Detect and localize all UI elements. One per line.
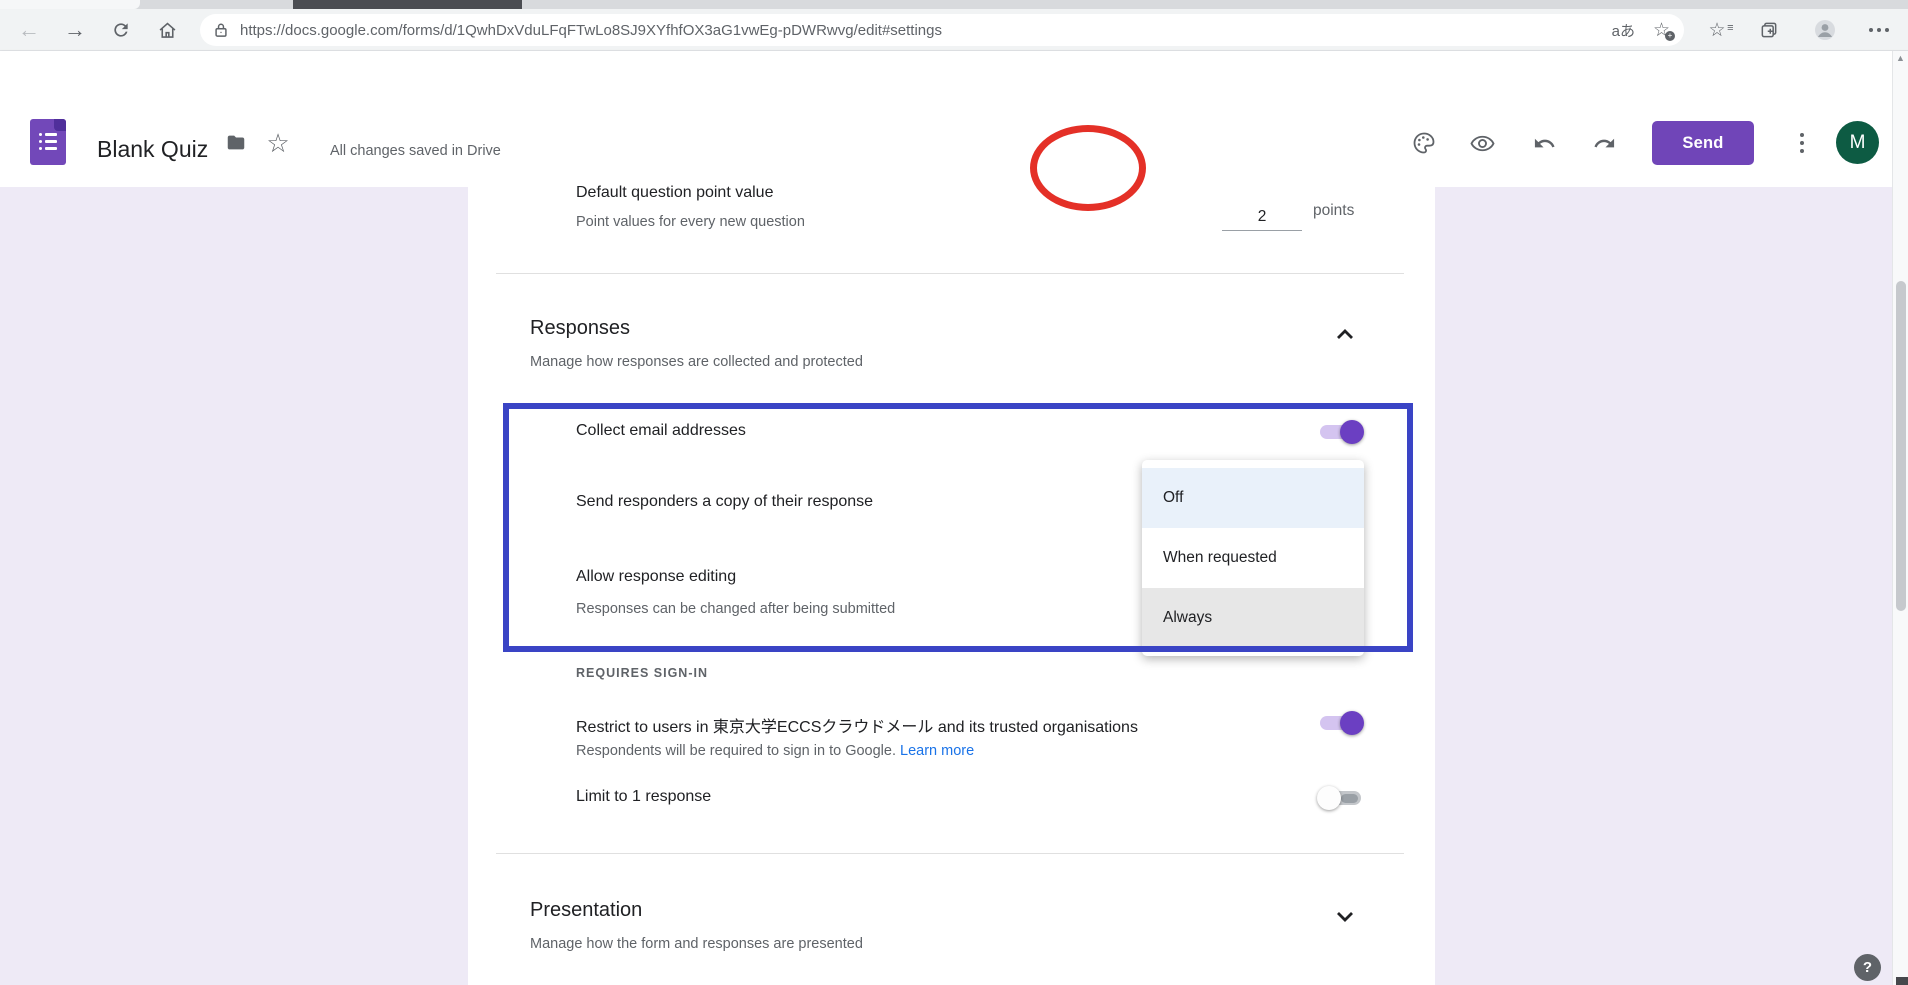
forms-header: Blank Quiz ☆ All changes saved in Drive … <box>0 51 1908 187</box>
browser-tab-strip <box>0 0 1908 9</box>
browser-menu-button[interactable] <box>1862 13 1896 47</box>
eye-icon <box>1469 131 1496 156</box>
restrict-users-label: Restrict to users in 東京大学ECCSクラウドメール and… <box>576 713 1138 737</box>
learn-more-link[interactable]: Learn more <box>900 743 974 759</box>
limit-response-toggle[interactable] <box>1317 786 1364 810</box>
send-button[interactable]: Send <box>1652 121 1754 165</box>
forward-button[interactable]: → <box>58 13 92 47</box>
back-icon: ← <box>18 17 40 43</box>
favorites-bar-button[interactable]: ☆≡ <box>1700 13 1734 47</box>
requires-signin-heading: REQUIRES SIGN-IN <box>576 666 708 680</box>
divider <box>496 273 1404 274</box>
address-bar[interactable]: https://docs.google.com/forms/d/1QwhDxVd… <box>200 14 1684 46</box>
undo-icon <box>1533 132 1556 155</box>
help-button[interactable]: ? <box>1854 954 1881 981</box>
expand-presentation-button[interactable] <box>1336 909 1360 933</box>
account-avatar[interactable]: M <box>1836 121 1879 164</box>
redo-icon <box>1593 132 1616 155</box>
limit-response-label: Limit to 1 response <box>576 788 711 806</box>
refresh-icon <box>111 20 131 40</box>
presentation-section-title: Presentation <box>530 899 642 922</box>
home-button[interactable] <box>150 13 184 47</box>
form-title[interactable]: Blank Quiz <box>97 136 208 163</box>
restrict-users-toggle[interactable] <box>1317 711 1364 735</box>
responses-section-title: Responses <box>530 317 630 340</box>
forward-icon: → <box>64 17 86 43</box>
browser-toolbar: ← → https://docs.google.com/forms/d/1Qwh… <box>0 9 1908 51</box>
palette-icon <box>1411 130 1437 156</box>
back-button[interactable]: ← <box>12 13 46 47</box>
browser-profile-button[interactable] <box>1808 13 1842 47</box>
dropdown-option-off[interactable]: Off <box>1142 468 1364 528</box>
preview-button[interactable] <box>1462 123 1502 163</box>
settings-page: Default question point value Point value… <box>0 187 1908 985</box>
url-text: https://docs.google.com/forms/d/1QwhDxVd… <box>240 22 942 39</box>
points-unit: points <box>1313 202 1354 220</box>
active-browser-tab[interactable] <box>0 0 140 9</box>
allow-editing-subtitle: Responses can be changed after being sub… <box>576 601 895 617</box>
save-status[interactable]: All changes saved in Drive <box>330 143 501 159</box>
redo-button[interactable] <box>1584 123 1624 163</box>
chevron-down-icon <box>1336 911 1354 922</box>
screen: ← → https://docs.google.com/forms/d/1Qwh… <box>0 0 1908 985</box>
star-form-button[interactable]: ☆ <box>258 123 298 163</box>
collections-icon <box>1759 20 1779 40</box>
more-options-button[interactable] <box>1786 127 1818 159</box>
folder-icon <box>225 132 247 154</box>
collections-button[interactable] <box>1752 13 1786 47</box>
divider <box>496 853 1404 854</box>
send-copy-dropdown-menu: Off When requested Always <box>1142 460 1364 656</box>
scrollbar-corner <box>1896 977 1908 985</box>
presentation-section-subtitle: Manage how the form and responses are pr… <box>530 936 863 952</box>
send-copy-label: Send responders a copy of their response <box>576 493 873 511</box>
move-to-folder-button[interactable] <box>216 123 256 163</box>
collect-email-toggle[interactable] <box>1317 420 1364 444</box>
undo-button[interactable] <box>1524 123 1564 163</box>
profile-icon <box>1813 18 1837 42</box>
scrollbar-up-arrow[interactable]: ▲ <box>1896 53 1905 63</box>
dropdown-option-always[interactable]: Always <box>1142 588 1364 648</box>
settings-card: Default question point value Point value… <box>468 187 1435 985</box>
translate-icon[interactable]: aあ <box>1612 20 1635 41</box>
add-favorite-icon[interactable]: ☆+ <box>1653 19 1670 42</box>
star-icon: ☆ <box>266 128 289 159</box>
lock-icon <box>212 21 230 39</box>
restrict-users-subtitle: Respondents will be required to sign in … <box>576 743 974 759</box>
chevron-up-icon <box>1336 329 1354 340</box>
refresh-button[interactable] <box>104 13 138 47</box>
responses-section-subtitle: Manage how responses are collected and p… <box>530 354 863 370</box>
forms-logo-icon[interactable] <box>30 119 66 165</box>
theme-button[interactable] <box>1404 123 1444 163</box>
collect-email-label: Collect email addresses <box>576 422 746 440</box>
favorites-icon: ☆≡ <box>1708 19 1725 42</box>
default-points-subtitle: Point values for every new question <box>576 214 805 230</box>
collapse-responses-button[interactable] <box>1336 327 1360 351</box>
default-points-input[interactable] <box>1222 203 1302 231</box>
allow-editing-label: Allow response editing <box>576 568 736 586</box>
inactive-browser-tab[interactable] <box>293 0 522 9</box>
scrollbar-thumb[interactable] <box>1896 281 1906 611</box>
dropdown-option-when-requested[interactable]: When requested <box>1142 528 1364 588</box>
vertical-scrollbar[interactable]: ▲ <box>1892 51 1908 985</box>
home-icon <box>157 20 178 41</box>
default-points-title: Default question point value <box>576 184 773 202</box>
